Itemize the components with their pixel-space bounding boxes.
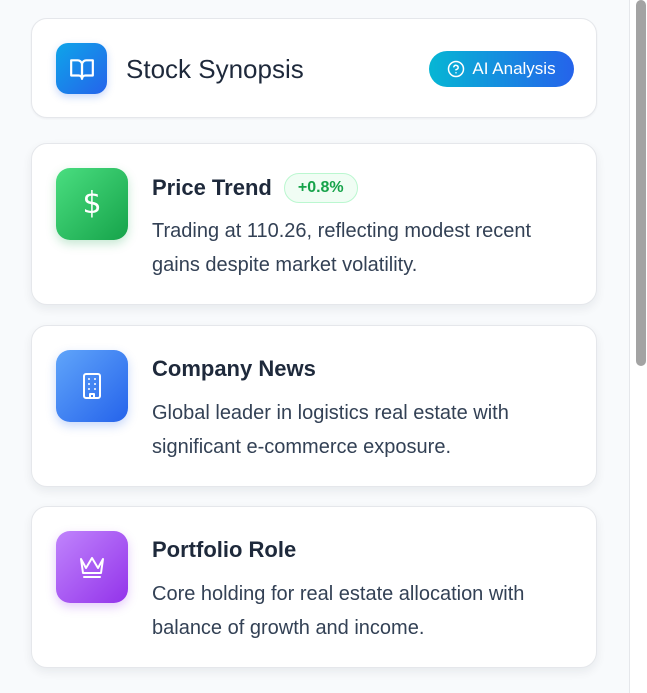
ai-analysis-label: AI Analysis [472, 59, 556, 78]
page-title: Stock Synopsis [126, 54, 304, 84]
crown-icon [56, 531, 128, 603]
portfolio-role-card: Portfolio Role Core holding for real est… [31, 506, 597, 668]
card-title-row: Company News [152, 355, 316, 383]
ai-analysis-button[interactable]: AI Analysis [429, 51, 574, 87]
card-description: Core holding for real estate allocation … [152, 583, 525, 639]
card-title: Company News [152, 356, 316, 381]
company-news-card: Company News Global leader in logistics … [31, 325, 597, 487]
dollar-icon: $ [56, 168, 128, 240]
change-badge: +0.8% [283, 173, 358, 203]
card-description: Trading at 110.26, reflecting modest rec… [152, 220, 532, 276]
price-trend-card: $ Price Trend +0.8% Trading at 110.26, r… [31, 143, 597, 305]
header-card: Stock Synopsis AI Analysis [31, 18, 597, 118]
synopsis-panel: Stock Synopsis AI Analysis $ Price Trend… [0, 0, 630, 693]
card-title-row: Price Trend +0.8% [152, 173, 358, 203]
card-description: Global leader in logistics real estate w… [152, 402, 509, 458]
card-title-row: Portfolio Role [152, 536, 296, 564]
help-circle-icon [447, 60, 465, 78]
card-title: Portfolio Role [152, 537, 297, 562]
card-title: Price Trend [152, 175, 272, 200]
book-open-icon [56, 43, 107, 94]
building-icon [56, 350, 128, 422]
scrollbar-thumb[interactable] [636, 0, 646, 366]
